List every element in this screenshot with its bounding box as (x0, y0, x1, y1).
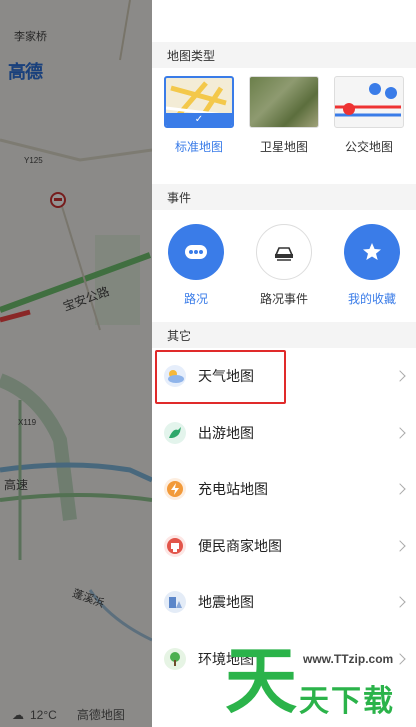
other-item-label: 天气地图 (198, 368, 254, 385)
other-item-label: 出游地图 (198, 424, 254, 441)
map-layers-panel: 地图类型 ✓ 标准地图 卫星地图 公交地图 事件 路况 路况事件 我的收藏 其它… (152, 0, 416, 727)
transit-map-thumbnail (334, 76, 404, 128)
charging-icon (164, 478, 186, 501)
map-type-section: 地图类型 ✓ 标准地图 卫星地图 公交地图 (152, 42, 416, 184)
other-item-label: 充电站地图 (198, 481, 268, 498)
other-item-label: 地震地图 (198, 594, 254, 611)
satellite-map-thumbnail (249, 76, 319, 128)
car-accident-icon (256, 224, 312, 280)
other-section: 其它 天气地图 出游地图 充电站地图 便民商家地图 地震地图 环境地图 (152, 322, 416, 687)
merchant-icon (164, 534, 186, 557)
map-type-standard[interactable]: ✓ 标准地图 (164, 76, 234, 184)
map-type-label: 卫星地图 (259, 140, 308, 154)
map-type-transit[interactable]: 公交地图 (334, 76, 404, 184)
other-item-weather-map[interactable]: 天气地图 (152, 348, 416, 405)
event-label: 我的收藏 (347, 292, 396, 306)
watermark-url: www.TTzip.com (301, 652, 396, 666)
traffic-dots-icon (168, 224, 224, 280)
map-view[interactable]: 李家桥 高德 Y125 宝安公路 X119 高速 蓬溪浜 ☁ 12°C 高德地图 (0, 0, 152, 727)
other-item-travel-map[interactable]: 出游地图 (152, 405, 416, 462)
watermark-logo-char: 天 (225, 639, 298, 723)
check-icon: ✓ (166, 113, 232, 126)
travel-icon (164, 421, 186, 444)
standard-map-thumbnail: ✓ (164, 76, 234, 128)
other-item-label: 便民商家地图 (198, 537, 282, 554)
chevron-right-icon (394, 370, 406, 382)
event-favorites-button[interactable]: 我的收藏 (342, 224, 402, 322)
chevron-right-icon (394, 540, 406, 552)
other-item-merchant-map[interactable]: 便民商家地图 (152, 518, 416, 575)
map-dim-overlay[interactable] (0, 0, 152, 727)
watermark: 天 www.TTzip.com 天下载 (225, 636, 416, 727)
watermark-text: 天下载 (299, 685, 395, 718)
other-item-earthquake-map[interactable]: 地震地图 (152, 574, 416, 631)
chevron-right-icon (394, 596, 406, 608)
map-type-satellite[interactable]: 卫星地图 (249, 76, 319, 184)
event-incident-button[interactable]: 路况事件 (254, 224, 314, 322)
event-label: 路况事件 (259, 292, 308, 306)
event-label: 路况 (183, 292, 208, 306)
section-title: 事件 (152, 184, 416, 210)
earthquake-icon (164, 591, 186, 614)
map-type-label: 公交地图 (344, 140, 393, 154)
other-item-charging-map[interactable]: 充电站地图 (152, 461, 416, 518)
chevron-right-icon (394, 427, 406, 439)
chevron-right-icon (394, 483, 406, 495)
map-type-label: 标准地图 (174, 140, 223, 154)
section-title: 地图类型 (152, 42, 416, 68)
star-icon (344, 224, 400, 280)
events-section: 事件 路况 路况事件 我的收藏 (152, 184, 416, 322)
event-traffic-button[interactable]: 路况 (166, 224, 226, 322)
section-title: 其它 (152, 322, 416, 348)
weather-icon (164, 365, 186, 388)
environment-icon (164, 647, 186, 670)
